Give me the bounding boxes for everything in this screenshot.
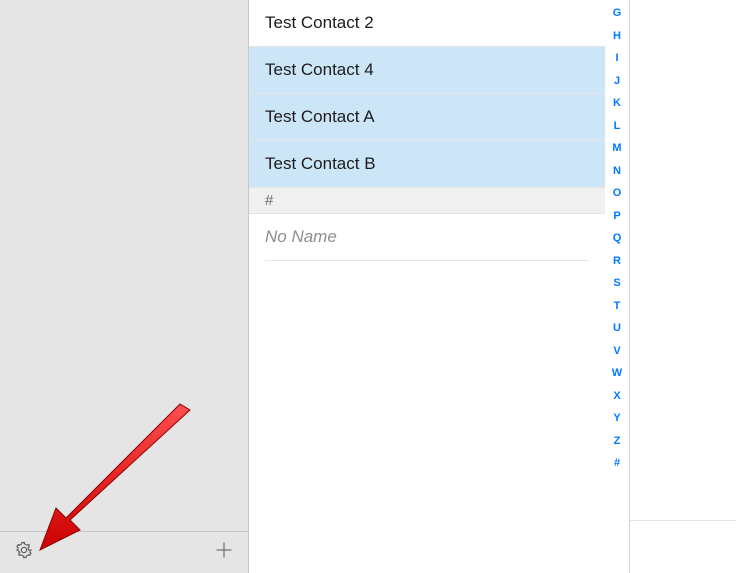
app-container: Test Contact 2 Test Contact 4 Test Conta… — [0, 0, 736, 573]
sidebar-toolbar — [0, 531, 248, 573]
contact-row[interactable]: Test Contact A — [249, 94, 605, 141]
index-letter[interactable]: K — [613, 98, 621, 109]
index-letter[interactable]: H — [613, 31, 621, 42]
detail-divider — [630, 520, 736, 521]
contact-row[interactable]: Test Contact B — [249, 141, 605, 188]
detail-panel — [630, 0, 736, 573]
sidebar-content — [0, 0, 248, 531]
index-letter[interactable]: J — [614, 76, 620, 87]
index-letter[interactable]: W — [612, 368, 622, 379]
index-letter[interactable]: Y — [613, 413, 620, 424]
contacts-list: Test Contact 2 Test Contact 4 Test Conta… — [249, 0, 605, 573]
contact-row-noname[interactable]: No Name — [249, 214, 605, 261]
contact-row[interactable]: Test Contact 2 — [249, 0, 605, 47]
index-letter[interactable]: G — [613, 8, 622, 19]
contacts-panel: Test Contact 2 Test Contact 4 Test Conta… — [249, 0, 630, 573]
index-letter[interactable]: N — [613, 166, 621, 177]
noname-label: No Name — [265, 227, 589, 261]
index-letter[interactable]: M — [612, 143, 621, 154]
gear-icon — [14, 540, 34, 565]
index-letter[interactable]: T — [614, 301, 621, 312]
index-letter[interactable]: I — [615, 53, 618, 64]
add-button[interactable] — [212, 541, 236, 565]
index-letter[interactable]: R — [613, 256, 621, 267]
index-letter[interactable]: U — [613, 323, 621, 334]
index-letter[interactable]: # — [614, 458, 620, 469]
index-letter[interactable]: L — [614, 121, 621, 132]
settings-button[interactable] — [12, 541, 36, 565]
index-letter[interactable]: Q — [613, 233, 622, 244]
plus-icon — [214, 540, 234, 565]
contact-row[interactable]: Test Contact 4 — [249, 47, 605, 94]
index-letter[interactable]: Z — [614, 436, 621, 447]
groups-sidebar — [0, 0, 249, 573]
index-letter[interactable]: X — [613, 391, 620, 402]
index-letter[interactable]: O — [613, 188, 622, 199]
section-header: # — [249, 188, 605, 214]
index-letter[interactable]: P — [613, 211, 620, 222]
index-letter[interactable]: V — [613, 346, 620, 357]
alpha-index-bar: G H I J K L M N O P Q R S T U V W X Y Z … — [605, 0, 629, 573]
index-letter[interactable]: S — [613, 278, 620, 289]
